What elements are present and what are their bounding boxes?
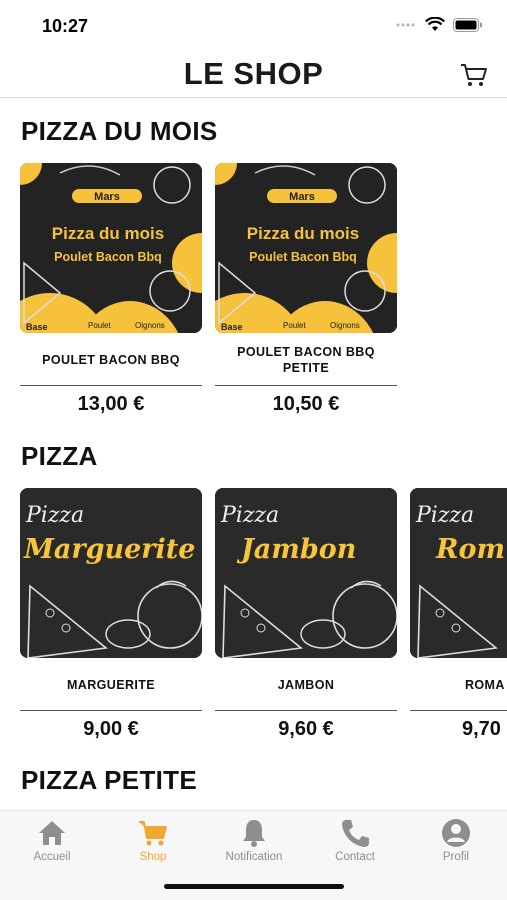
- image-sub-text: Poulet Bacon Bbq: [54, 250, 162, 264]
- section-title-pizza: PIZZA: [21, 441, 98, 471]
- tab-label: Accueil: [33, 851, 71, 863]
- product-image: Pizza Marguerite: [20, 488, 202, 658]
- image-neon-text: Marguerite: [23, 534, 195, 565]
- wifi-icon: [425, 17, 445, 31]
- divider: [215, 385, 397, 386]
- image-heading-text: Pizza du mois: [52, 224, 164, 243]
- tab-contact[interactable]: Contact: [305, 817, 405, 873]
- image-label-text: Base: [221, 322, 243, 332]
- image-neon-text: Jambon: [236, 534, 356, 565]
- product-name: POULET BACON BBQ: [42, 353, 180, 367]
- image-sub-text: Poulet Bacon Bbq: [249, 250, 357, 264]
- tab-shop[interactable]: Shop: [103, 817, 203, 873]
- tab-label: Notification: [225, 851, 283, 863]
- cart-icon[interactable]: [459, 62, 489, 88]
- phone-icon: [342, 820, 369, 847]
- tab-accueil[interactable]: Accueil: [2, 817, 102, 873]
- product-image: Pizza Jambon: [215, 488, 397, 658]
- image-neon-text: Rom: [435, 534, 505, 565]
- section-title-pizza-du-mois: PIZZA DU MOIS: [21, 116, 218, 146]
- tab-label: Shop: [139, 851, 167, 863]
- battery-icon: [453, 17, 482, 32]
- product-image: Pizza Rom: [410, 488, 507, 658]
- shopping-cart-icon: [139, 821, 167, 846]
- product-name: JAMBON: [277, 678, 335, 692]
- bell-icon: [243, 820, 265, 847]
- image-heading-text: Pizza du mois: [247, 224, 359, 243]
- signal-icon: [396, 22, 415, 27]
- image-label-text: Poulet: [283, 321, 306, 330]
- tab-label: Profil: [442, 851, 470, 863]
- tab-profil[interactable]: Profil: [406, 817, 506, 873]
- image-label-text: Poulet: [88, 321, 111, 330]
- product-name: ROMA: [465, 678, 505, 692]
- tab-notification[interactable]: Notification: [204, 817, 304, 873]
- image-month-text: Mars: [289, 191, 315, 203]
- divider: [20, 385, 202, 386]
- product-image: Mars Pizza du mois Poulet Bacon Bbq Base…: [215, 163, 397, 333]
- shop-content[interactable]: PIZZA DU MOIS Mars Pizza du mois Poulet …: [0, 99, 507, 810]
- product-price: 9,60 €: [278, 718, 334, 740]
- product-price: 13,00 €: [77, 393, 145, 415]
- divider: [215, 710, 397, 711]
- home-indicator: [164, 884, 344, 889]
- image-month-text: Mars: [94, 191, 120, 203]
- page-title: LE SHOP: [183, 56, 324, 91]
- status-time: 10:27: [42, 16, 89, 36]
- image-script-text: Pizza: [25, 503, 84, 528]
- product-price: 9,70: [462, 718, 501, 740]
- image-label-text: Oignons: [330, 321, 360, 330]
- divider: [410, 710, 507, 711]
- app-header: LE SHOP: [0, 52, 507, 98]
- product-name: MARGUERITE: [66, 678, 156, 692]
- home-icon: [39, 821, 65, 845]
- tab-label: Contact: [335, 851, 375, 863]
- image-script-text: Pizza: [415, 503, 474, 528]
- product-image: Mars Pizza du mois Poulet Bacon Bbq Base…: [20, 163, 202, 333]
- image-label-text: Oignons: [135, 321, 165, 330]
- section-title-pizza-petite: PIZZA PETITE: [21, 765, 197, 795]
- image-label-text: Base: [26, 322, 48, 332]
- user-icon: [442, 819, 470, 847]
- product-price: 9,00 €: [83, 718, 139, 740]
- status-bar: 10:27: [0, 0, 507, 52]
- image-script-text: Pizza: [220, 503, 279, 528]
- product-name: POULET BACON BBQ PETITE: [237, 345, 375, 375]
- divider: [20, 710, 202, 711]
- product-price: 10,50 €: [272, 393, 340, 415]
